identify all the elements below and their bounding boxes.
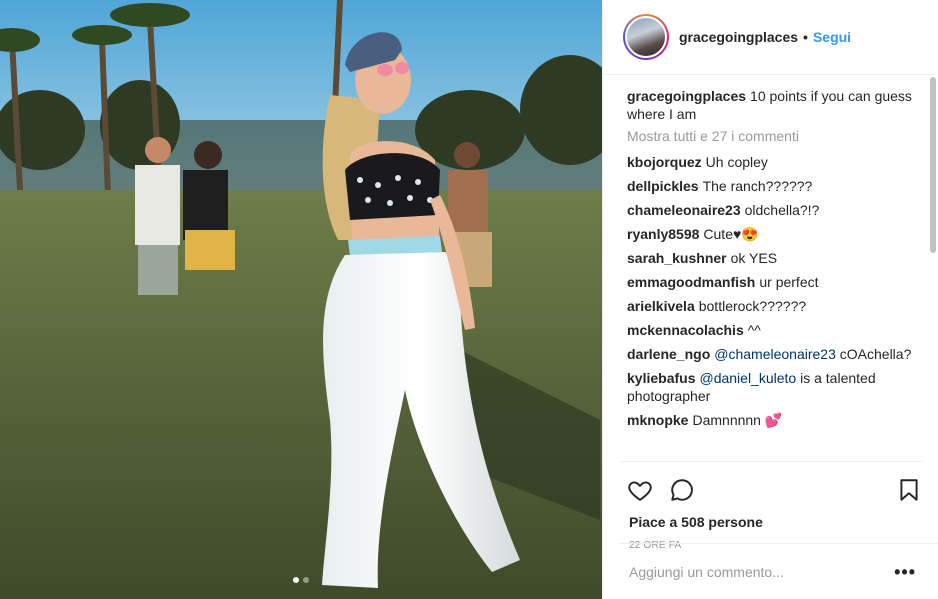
comment-icon[interactable] <box>669 477 695 503</box>
comment-username[interactable]: darlene_ngo <box>627 346 710 362</box>
comment-item: arielkivela bottlerock?????? <box>627 297 914 315</box>
comment-username[interactable]: mckennacolachis <box>627 322 744 338</box>
comment-item: chameleonaire23 oldchella?!? <box>627 201 914 219</box>
heart-icon[interactable] <box>627 477 653 503</box>
comment-text: ok YES <box>730 250 778 266</box>
comment-username[interactable]: mknopke <box>627 412 688 428</box>
comment-username[interactable]: arielkivela <box>627 298 695 314</box>
comment-text: ur perfect <box>759 274 819 290</box>
comment-text: Cute♥😍 <box>703 226 759 242</box>
comment-text: Damnnnnn 💕 <box>692 412 783 428</box>
scrollbar-thumb[interactable] <box>930 77 936 253</box>
view-all-comments-link[interactable]: Mostra tutti e 27 i commenti <box>627 127 914 145</box>
comment-item: darlene_ngo @chameleonaire23 cOAchella? <box>627 345 914 363</box>
comment-username[interactable]: sarah_kushner <box>627 250 727 266</box>
carousel-indicator <box>0 577 602 583</box>
action-bar <box>619 470 922 510</box>
more-options-icon[interactable]: ••• <box>894 563 916 581</box>
comment-username[interactable]: chameleonaire23 <box>627 202 741 218</box>
add-comment-bar: ••• <box>619 543 938 599</box>
comment-item: kbojorquez Uh copley <box>627 153 914 171</box>
comments-list[interactable]: gracegoingplaces 10 points if you can gue… <box>603 75 938 461</box>
avatar-story-ring[interactable] <box>623 14 669 60</box>
bookmark-icon[interactable] <box>896 477 922 503</box>
post-actions-area: Piace a 508 persone 22 ORE FA <box>619 461 922 551</box>
post-photo[interactable] <box>0 0 602 599</box>
comment-item: dellpickles The ranch?????? <box>627 177 914 195</box>
comment-item: kyliebafus @daniel_kuleto is a talented p… <box>627 369 914 405</box>
comment-username[interactable]: kyliebafus <box>627 370 695 386</box>
comment-username[interactable]: ryanly8598 <box>627 226 699 242</box>
comment-item: sarah_kushner ok YES <box>627 249 914 267</box>
festival-photo-illustration <box>0 0 602 599</box>
comment-text: bottlerock?????? <box>698 298 807 314</box>
comment-username[interactable]: emmagoodmanfish <box>627 274 755 290</box>
comment-item: mknopke Damnnnnn 💕 <box>627 411 914 429</box>
caption-username[interactable]: gracegoingplaces <box>627 88 746 104</box>
follow-button[interactable]: Segui <box>813 29 851 45</box>
post-caption: gracegoingplaces 10 points if you can gue… <box>627 87 914 123</box>
comments-scrollbar[interactable] <box>930 75 936 461</box>
carousel-dot[interactable] <box>303 577 309 583</box>
header-username[interactable]: gracegoingplaces <box>679 29 798 45</box>
comment-text: cOAchella? <box>839 346 912 362</box>
likes-count[interactable]: Piace a 508 persone <box>619 510 922 530</box>
comment-mention[interactable]: @chameleonaire23 <box>714 346 836 362</box>
instagram-post: gracegoingplaces • Segui gracegoingplace… <box>0 0 938 599</box>
post-sidebar: gracegoingplaces • Segui gracegoingplace… <box>602 0 938 599</box>
comment-item: emmagoodmanfish ur perfect <box>627 273 914 291</box>
comment-text: Uh copley <box>705 154 768 170</box>
comment-text: ^^ <box>747 322 761 338</box>
comment-item: ryanly8598 Cute♥😍 <box>627 225 914 243</box>
comment-mention[interactable]: @daniel_kuleto <box>699 370 796 386</box>
add-comment-input[interactable] <box>629 563 895 580</box>
comment-text: The ranch?????? <box>702 178 813 194</box>
carousel-dot-active[interactable] <box>293 577 299 583</box>
avatar[interactable] <box>625 16 667 58</box>
comment-username[interactable]: kbojorquez <box>627 154 702 170</box>
comment-item: mckennacolachis ^^ <box>627 321 914 339</box>
comment-username[interactable]: dellpickles <box>627 178 699 194</box>
post-header: gracegoingplaces • Segui <box>603 0 935 75</box>
header-separator: • <box>803 29 808 45</box>
comment-text: oldchella?!? <box>744 202 820 218</box>
